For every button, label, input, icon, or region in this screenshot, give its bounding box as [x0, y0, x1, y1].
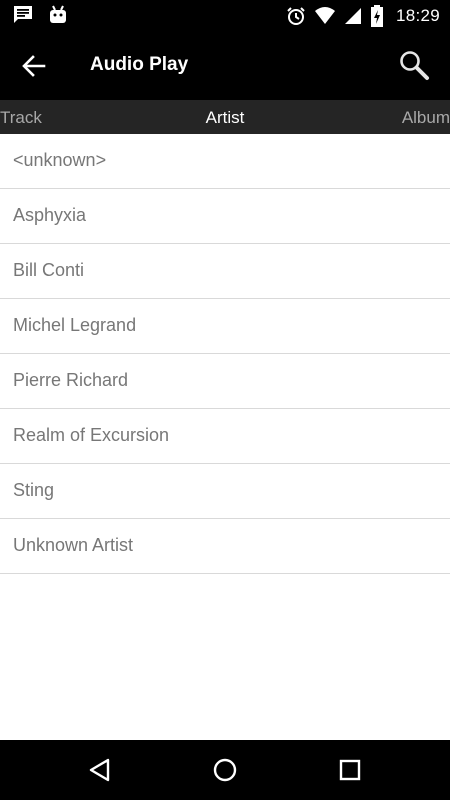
list-item[interactable]: Bill Conti: [0, 244, 450, 299]
nav-home-button[interactable]: [209, 754, 241, 786]
tab-track[interactable]: Track: [0, 108, 42, 128]
artist-name: Realm of Excursion: [13, 425, 170, 445]
battery-charging-icon: [370, 5, 384, 27]
list-item[interactable]: Pierre Richard: [0, 354, 450, 409]
status-time: 18:29: [395, 6, 440, 25]
signal-icon: [344, 7, 362, 25]
artist-name: Bill Conti: [13, 260, 85, 280]
nav-recents-button[interactable]: [334, 754, 366, 786]
message-icon: [12, 5, 34, 25]
search-button[interactable]: [398, 49, 430, 81]
status-bar: 18:29: [0, 0, 450, 32]
android-icon: [48, 5, 68, 25]
list-item[interactable]: Unknown Artist: [0, 519, 450, 574]
list-item[interactable]: Sting: [0, 464, 450, 519]
tab-album[interactable]: Album: [402, 108, 450, 128]
artist-name: Unknown Artist: [13, 535, 134, 555]
app-bar: Audio Play: [0, 32, 450, 100]
artist-name: Michel Legrand: [13, 315, 137, 335]
back-triangle-icon: [84, 754, 116, 786]
back-button[interactable]: [20, 52, 48, 80]
artist-name: <unknown>: [13, 150, 107, 170]
arrow-left-icon: [20, 52, 48, 80]
artist-list: <unknown> Asphyxia Bill Conti Michel Leg…: [0, 134, 450, 574]
system-nav-bar: [0, 740, 450, 800]
page-title: Audio Play: [90, 54, 189, 75]
tab-artist[interactable]: Artist: [0, 108, 450, 128]
home-circle-icon: [209, 754, 241, 786]
list-item[interactable]: Asphyxia: [0, 189, 450, 244]
alarm-icon: [286, 6, 306, 26]
artist-name: Sting: [13, 480, 55, 500]
list-item[interactable]: <unknown>: [0, 134, 450, 189]
tab-strip: Artist Track Album: [0, 100, 450, 134]
list-item[interactable]: Realm of Excursion: [0, 409, 450, 464]
list-item[interactable]: Michel Legrand: [0, 299, 450, 354]
wifi-icon: [314, 7, 336, 25]
artist-name: Asphyxia: [13, 205, 87, 225]
recents-square-icon: [334, 754, 366, 786]
search-icon: [398, 49, 430, 81]
artist-name: Pierre Richard: [13, 370, 129, 390]
nav-back-button[interactable]: [84, 754, 116, 786]
